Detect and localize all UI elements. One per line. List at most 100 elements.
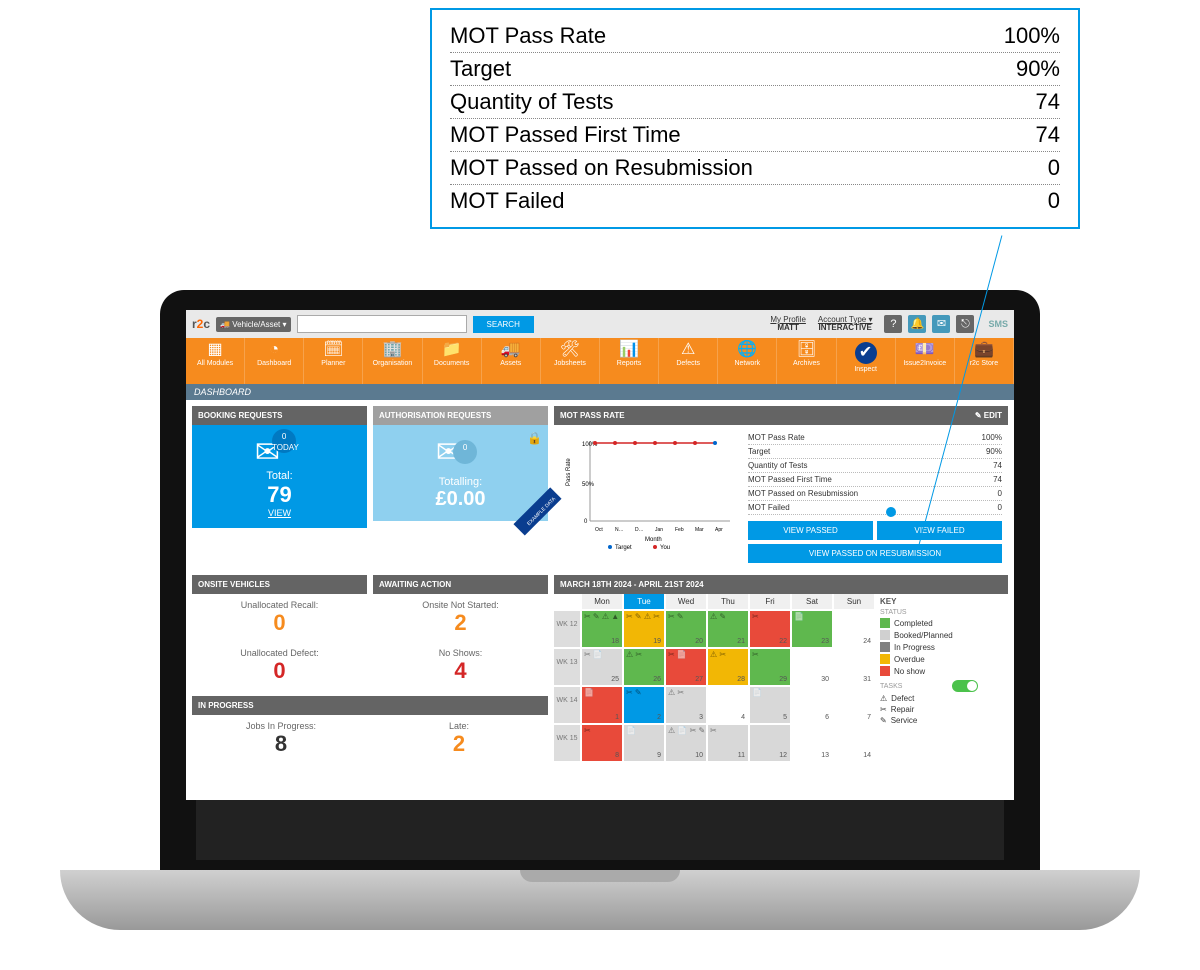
calendar-cell[interactable]: ✂ ✎ ⚠ ▲18 <box>582 611 622 647</box>
tasks-toggle[interactable] <box>952 680 978 692</box>
nav-archives[interactable]: 🗄Archives <box>777 338 836 384</box>
calendar-cell[interactable]: 31 <box>834 649 874 685</box>
svg-text:D…: D… <box>635 527 644 533</box>
cal-day-header[interactable]: Sat <box>792 594 832 609</box>
cal-day-header[interactable]: Tue <box>624 594 664 609</box>
cal-day-header[interactable]: Thu <box>708 594 748 609</box>
svg-text:50%: 50% <box>582 482 595 488</box>
svg-text:Oct: Oct <box>595 527 603 533</box>
calendar-cell[interactable]: ⚠ ✂3 <box>666 687 706 723</box>
calendar-cell[interactable]: 6 <box>792 687 832 723</box>
calendar-widget: MARCH 18TH 2024 - APRIL 21ST 2024 MonTue… <box>554 575 1008 763</box>
nav-reports[interactable]: 📊Reports <box>600 338 659 384</box>
week-label: WK 12 <box>554 611 580 647</box>
nav-organisation[interactable]: 🏢Organisation <box>363 338 422 384</box>
calendar-cell[interactable]: ✂11 <box>708 725 748 761</box>
calendar-cell[interactable]: 30 <box>792 649 832 685</box>
svg-text:Target: Target <box>615 545 632 551</box>
onsite-vehicles-widget: ONSITE VEHICLES Unallocated Recall:0 Una… <box>192 575 367 690</box>
mot-callout: MOT Pass Rate100% Target90% Quantity of … <box>430 8 1080 229</box>
auth-tile[interactable]: 🔒 ✉0 Totalling: £0.00 EXAMPLE DATA <box>373 425 548 521</box>
view-passed-button[interactable]: VIEW PASSED <box>748 521 873 540</box>
page-breadcrumb: DASHBOARD <box>186 384 1014 400</box>
calendar-cell[interactable]: 📄1 <box>582 687 622 723</box>
calendar-cell[interactable]: 24 <box>834 611 874 647</box>
calendar-key: KEY STATUS CompletedBooked/PlannedIn Pro… <box>874 594 984 761</box>
mot-chart: Pass Rate 100%50%0 OctN…D…JanFebMarApr M… <box>560 431 740 551</box>
cal-day-header[interactable]: Mon <box>582 594 622 609</box>
search-type-dropdown[interactable]: 🚚 Vehicle/Asset ▾ <box>216 317 290 332</box>
cal-day-header[interactable]: Fri <box>750 594 790 609</box>
auth-header: AUTHORISATION REQUESTS <box>373 406 548 425</box>
key-task-row: ✎Service <box>880 716 978 725</box>
svg-text:Mar: Mar <box>695 527 704 533</box>
calendar-cell[interactable]: ✂ ✎20 <box>666 611 706 647</box>
key-status-row: Completed <box>880 618 978 628</box>
mail-icon[interactable]: ✉ <box>932 315 950 333</box>
nav-inspect[interactable]: ✔Inspect <box>837 338 896 384</box>
nav-all-modules[interactable]: ▦All Modules <box>186 338 245 384</box>
calendar-cell[interactable]: ✂22 <box>750 611 790 647</box>
nav-network[interactable]: 🌐Network <box>718 338 777 384</box>
mot-stats-table: MOT Pass Rate100% Target90% Quantity of … <box>748 431 1002 563</box>
cal-day-header[interactable]: Sun <box>834 594 874 609</box>
calendar-cell[interactable]: ✂8 <box>582 725 622 761</box>
view-resubmission-button[interactable]: VIEW PASSED ON RESUBMISSION <box>748 544 1002 563</box>
nav-dashboard[interactable]: ◔Dashboard <box>245 338 304 384</box>
r2c-logo: r2c <box>192 317 210 331</box>
week-label: WK 14 <box>554 687 580 723</box>
callout-leader-dot <box>886 507 896 517</box>
calendar-cell[interactable]: 12 <box>750 725 790 761</box>
calendar-cell[interactable]: 4 <box>708 687 748 723</box>
booking-view-link[interactable]: VIEW <box>192 508 367 518</box>
awaiting-action-widget: AWAITING ACTION Onsite Not Started:2 No … <box>373 575 548 690</box>
calendar-cell[interactable]: 📄23 <box>792 611 832 647</box>
nav-defects[interactable]: ⚠Defects <box>659 338 718 384</box>
nav-documents[interactable]: 📁Documents <box>423 338 482 384</box>
help-icon[interactable]: ? <box>884 315 902 333</box>
calendar-grid[interactable]: MonTueWedThuFriSatSun WK 12✂ ✎ ⚠ ▲18✂ ✎ ⚠… <box>554 594 874 761</box>
search-button[interactable]: SEARCH <box>473 316 534 333</box>
key-status-row: Overdue <box>880 654 978 664</box>
calendar-cell[interactable]: ⚠ ✎21 <box>708 611 748 647</box>
calendar-cell[interactable]: ⚠ 📄 ✂ ✎10 <box>666 725 706 761</box>
nav-jobsheets[interactable]: 🛠Jobsheets <box>541 338 600 384</box>
notification-icon[interactable]: 🔔 <box>908 315 926 333</box>
view-failed-button[interactable]: VIEW FAILED <box>877 521 1002 540</box>
calendar-cell[interactable]: 📄5 <box>750 687 790 723</box>
topbar: r2c 🚚 Vehicle/Asset ▾ SEARCH My ProfileM… <box>186 310 1014 338</box>
calendar-cell[interactable]: 7 <box>834 687 874 723</box>
authorisation-requests-widget: AUTHORISATION REQUESTS 🔒 ✉0 Totalling: £… <box>373 406 548 569</box>
auth-total: £0.00 <box>373 488 548 511</box>
search-input[interactable] <box>297 315 467 333</box>
my-profile-link[interactable]: My ProfileMATT <box>770 316 806 332</box>
account-type-dropdown[interactable]: Account Type ▾INTERACTIVE <box>818 316 873 332</box>
calendar-cell[interactable]: ✂ 📄25 <box>582 649 622 685</box>
calendar-cell[interactable]: ✂29 <box>750 649 790 685</box>
nav-issue2invoice[interactable]: 💷Issue2Invoice <box>896 338 955 384</box>
calendar-cell[interactable]: ✂ ✎ ⚠ ✂19 <box>624 611 664 647</box>
booking-tile[interactable]: ✉0 TODAY Total: 79 VIEW <box>192 425 367 528</box>
logout-icon[interactable]: ⎋ <box>956 315 974 333</box>
calendar-cell[interactable]: ⚠ ✂28 <box>708 649 748 685</box>
calendar-cell[interactable]: ✂ ✎2 <box>624 687 664 723</box>
callout-label: MOT Pass Rate <box>450 23 606 49</box>
week-label: WK 15 <box>554 725 580 761</box>
laptop-frame: r2c 🚚 Vehicle/Asset ▾ SEARCH My ProfileM… <box>160 290 1040 930</box>
calendar-cell[interactable]: 📄9 <box>624 725 664 761</box>
edit-button[interactable]: ✎ EDIT <box>975 411 1002 420</box>
key-status-row: In Progress <box>880 642 978 652</box>
lock-icon: 🔒 <box>527 431 542 445</box>
booking-total: 79 <box>192 482 367 508</box>
calendar-cell[interactable]: ⚠ ✂26 <box>624 649 664 685</box>
svg-text:Jan: Jan <box>655 527 663 533</box>
svg-text:Apr: Apr <box>715 527 723 533</box>
calendar-cell[interactable]: 13 <box>792 725 832 761</box>
calendar-cell[interactable]: ✂ 📄27 <box>666 649 706 685</box>
nav-planner[interactable]: 🗓Planner <box>304 338 363 384</box>
nav-assets[interactable]: 🚚Assets <box>482 338 541 384</box>
calendar-cell[interactable]: 14 <box>834 725 874 761</box>
svg-text:Month: Month <box>645 537 662 543</box>
cal-day-header[interactable]: Wed <box>666 594 706 609</box>
booking-today-badge: 0 TODAY <box>272 429 296 453</box>
